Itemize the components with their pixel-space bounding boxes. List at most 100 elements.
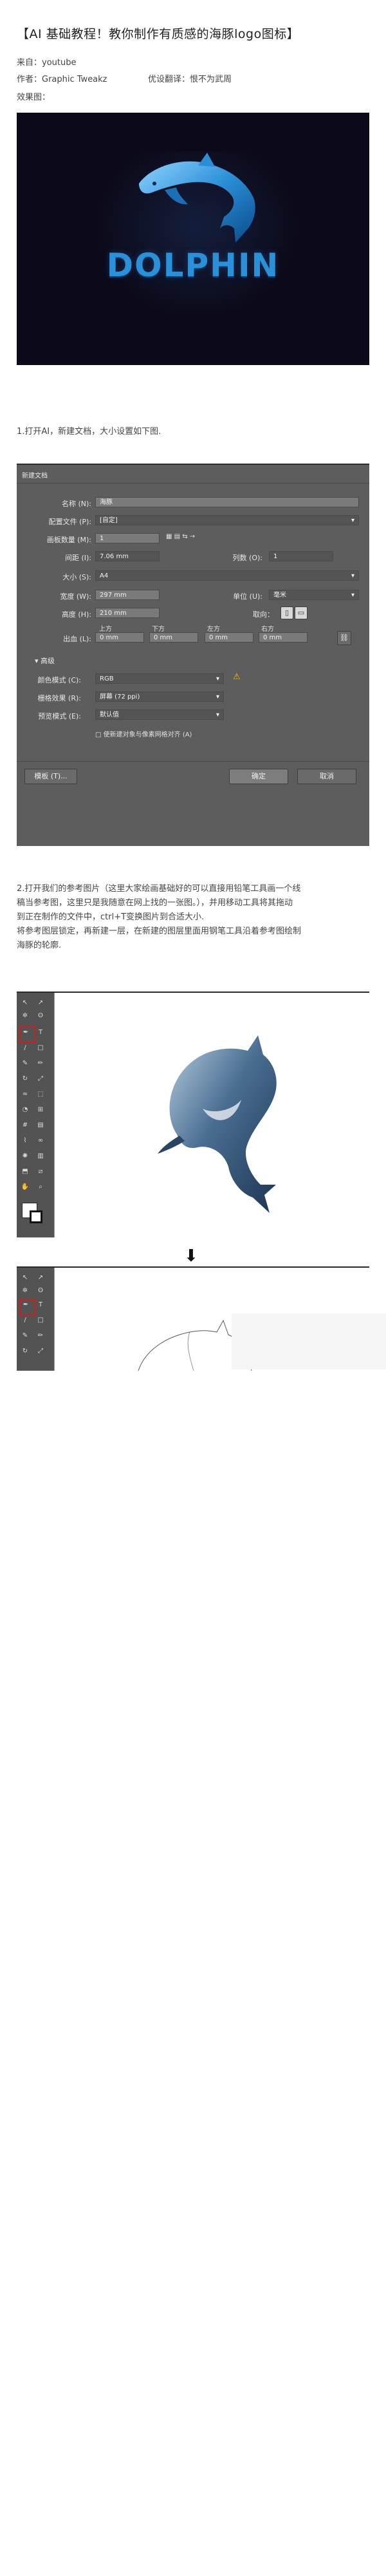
- lasso-tool-icon[interactable]: ʘ: [36, 1012, 45, 1020]
- chevron-down-icon: ▾: [216, 675, 219, 682]
- step2-line5: 海豚的轮廓.: [17, 941, 62, 950]
- dolphin-logo-icon: [139, 153, 255, 243]
- brush-tool-icon[interactable]: ✎: [21, 1060, 30, 1067]
- name-label: 名称 (N):: [61, 500, 91, 508]
- scale-tool-icon[interactable]: ⤢: [36, 1075, 45, 1083]
- color-mode-select[interactable]: RGB ▾: [95, 673, 224, 684]
- pencil-tool-icon[interactable]: ✏: [36, 1332, 45, 1340]
- raster-label: 栅格效果 (R):: [37, 694, 81, 702]
- artboard-tool-icon[interactable]: ⬒: [21, 1168, 30, 1176]
- landscape-icon[interactable]: ▭: [295, 606, 308, 619]
- units-select[interactable]: 毫米 ▾: [269, 590, 359, 600]
- size-select[interactable]: A4 ▾: [95, 570, 359, 581]
- page-fade-block: [232, 1313, 386, 1369]
- size-value: A4: [100, 572, 109, 579]
- size-label: 大小 (S):: [62, 573, 91, 581]
- magic-wand-icon[interactable]: ✲: [21, 1287, 30, 1295]
- rectangle-tool-icon[interactable]: □: [36, 1317, 45, 1324]
- bleed-right-label: 右方: [261, 626, 274, 633]
- symbol-sprayer-icon[interactable]: ✺: [21, 1152, 30, 1160]
- selection-tool-icon[interactable]: ↖: [21, 1274, 30, 1282]
- step2-line3: 到正在制作的文件中，ctrl+T变换图片到合适大小.: [17, 912, 205, 922]
- bleed-top-field[interactable]: 0 mm: [95, 632, 144, 643]
- link-bleed-icon[interactable]: ⛓: [337, 631, 351, 645]
- portrait-icon[interactable]: ▯: [280, 606, 293, 619]
- spacing-field[interactable]: 7.06 mm: [95, 551, 160, 561]
- bleed-left-field[interactable]: 0 mm: [205, 632, 253, 643]
- color-mode-value: RGB: [100, 675, 114, 682]
- zoom-tool-icon[interactable]: ⌕: [36, 1183, 45, 1191]
- reference-dolphin-image: [158, 1035, 277, 1213]
- line-tool-icon[interactable]: /: [21, 1317, 30, 1324]
- shape-builder-icon[interactable]: ◔: [21, 1106, 30, 1114]
- line-tool-icon[interactable]: /: [21, 1044, 30, 1052]
- bleed-label: 出血 (L):: [63, 635, 91, 643]
- step2-line1: 2.打开我们的参考图片（这里大家绘画基础好的可以直接用铅笔工具画一个线: [17, 884, 301, 894]
- color-mode-label: 颜色模式 (C):: [37, 676, 81, 684]
- name-field[interactable]: 海豚: [95, 497, 359, 507]
- type-tool-icon[interactable]: T: [36, 1301, 45, 1309]
- graph-tool-icon[interactable]: ▥: [36, 1152, 45, 1160]
- hand-tool-icon[interactable]: ✋: [21, 1183, 30, 1191]
- chevron-down-icon: ▾: [216, 693, 219, 700]
- result-label: 效果图：: [17, 93, 51, 102]
- artboard-layout-icons[interactable]: ▦ ▤ ⇆ →: [166, 533, 195, 540]
- rectangle-tool-icon[interactable]: □: [36, 1044, 45, 1052]
- reference-image-screenshot: ↖ ↗ ✲ ʘ ✒ T / □ ✎ ✏ ↻ ⤢ ≈ ⬚ ◔ ⊞ # ▤ ⌇ ∞ …: [17, 992, 369, 1237]
- direct-select-tool-icon[interactable]: ↗: [36, 1274, 45, 1282]
- direct-select-tool-icon[interactable]: ↗: [36, 999, 45, 1007]
- advanced-toggle[interactable]: ▾ 高级: [35, 655, 55, 666]
- units-label: 单位 (U):: [233, 592, 262, 601]
- warp-tool-icon[interactable]: ≈: [21, 1091, 30, 1098]
- type-tool-icon[interactable]: T: [36, 1029, 45, 1037]
- free-transform-icon[interactable]: ⬚: [36, 1091, 45, 1098]
- scale-tool-icon[interactable]: ⤢: [36, 1348, 45, 1355]
- step2-line4: 将参考图层锁定，再新建一层，在新建的图层里面用钢笔工具沿着参考图绘制: [17, 926, 302, 936]
- preview-mode-value: 默认值: [100, 711, 119, 719]
- eyedropper-icon[interactable]: ⌇: [21, 1137, 30, 1145]
- preview-mode-select[interactable]: 默认值 ▾: [95, 710, 224, 720]
- gradient-tool-icon[interactable]: ▤: [36, 1122, 45, 1129]
- stroke-swatch[interactable]: [30, 1210, 42, 1223]
- raster-value: 屏幕 (72 ppi): [100, 693, 140, 700]
- checkbox-icon: □: [95, 731, 104, 738]
- width-field[interactable]: 297 mm: [95, 590, 160, 600]
- lasso-tool-icon[interactable]: ʘ: [36, 1287, 45, 1295]
- bleed-right-field[interactable]: 0 mm: [259, 632, 308, 643]
- template-button[interactable]: 模板 (T)...: [24, 769, 77, 784]
- brush-tool-icon[interactable]: ✎: [21, 1332, 30, 1340]
- bleed-bottom-field[interactable]: 0 mm: [149, 632, 198, 643]
- width-label: 宽度 (W):: [60, 592, 91, 601]
- pen-tool-icon[interactable]: ✒: [21, 1029, 30, 1037]
- pen-tool-icon[interactable]: ✒: [21, 1301, 30, 1309]
- artboards-field[interactable]: 1: [95, 533, 160, 543]
- chevron-down-icon: ▾: [216, 711, 219, 719]
- step2-text: 2.打开我们的参考图片（这里大家绘画基础好的可以直接用铅笔工具画一个线 稿当参考…: [17, 882, 367, 953]
- slice-tool-icon[interactable]: ⧄: [36, 1168, 45, 1176]
- ok-button[interactable]: 确定: [229, 769, 288, 784]
- step1-text: 1.打开AI，新建文档，大小设置如下图.: [17, 427, 161, 437]
- down-arrow-icon: ⬇: [184, 1246, 198, 1266]
- cancel-button[interactable]: 取消: [297, 769, 356, 784]
- raster-select[interactable]: 屏幕 (72 ppi) ▾: [95, 691, 224, 702]
- triangle-down-icon: ▾: [35, 657, 41, 665]
- profile-select[interactable]: [自定] ▾: [95, 515, 359, 525]
- magic-wand-icon[interactable]: ✲: [21, 1012, 30, 1020]
- selection-tool-icon[interactable]: ↖: [21, 999, 30, 1007]
- profile-label: 配置文件 (P):: [48, 518, 91, 526]
- tool-panel: ↖ ↗ ✲ ʘ ✒ T / □ ✎ ✏ ↻ ⤢ ≈ ⬚ ◔ ⊞ # ▤ ⌇ ∞ …: [17, 993, 54, 1237]
- pencil-tool-icon[interactable]: ✏: [36, 1060, 45, 1067]
- height-field[interactable]: 210 mm: [95, 608, 160, 618]
- columns-field[interactable]: 1: [269, 551, 333, 561]
- perspective-grid-icon[interactable]: ⊞: [36, 1106, 45, 1114]
- rotate-tool-icon[interactable]: ↻: [21, 1075, 30, 1083]
- rotate-tool-icon[interactable]: ↻: [21, 1348, 30, 1355]
- preview-mode-label: 预览模式 (E):: [38, 712, 81, 720]
- pixel-grid-checkbox[interactable]: □ 使新建对象与像素网格对齐 (A): [95, 729, 192, 738]
- chevron-down-icon: ▾: [351, 592, 354, 599]
- tool-panel-2: ↖ ↗ ✲ ʘ ✒ T / □ ✎ ✏ ↻ ⤢: [17, 1268, 54, 1371]
- article-title: 【AI 基础教程！教你制作有质感的海豚logo图标】: [17, 27, 300, 41]
- mesh-tool-icon[interactable]: #: [21, 1122, 30, 1129]
- blend-tool-icon[interactable]: ∞: [36, 1137, 45, 1145]
- dialog-title: 新建文档: [22, 473, 48, 480]
